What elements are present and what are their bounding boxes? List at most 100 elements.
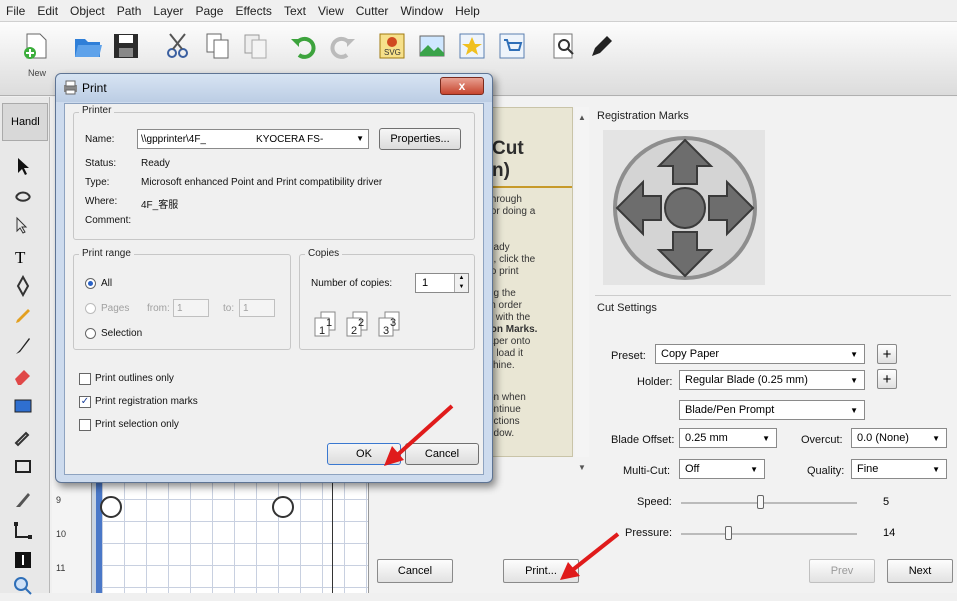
scroll-down-icon[interactable]: ▼ bbox=[578, 463, 586, 472]
redo-button[interactable] bbox=[324, 28, 360, 64]
save-icon bbox=[114, 34, 138, 58]
cutting-mat[interactable] bbox=[96, 477, 368, 593]
menu-layer[interactable]: Layer bbox=[153, 4, 183, 18]
add-holder-button[interactable]: + bbox=[877, 369, 897, 389]
pen-tool[interactable] bbox=[8, 271, 38, 301]
text-icon: T bbox=[15, 248, 26, 267]
image-icon bbox=[419, 35, 445, 57]
print-dialog-titlebar[interactable]: Print x bbox=[56, 74, 492, 102]
pages-label: Pages bbox=[101, 303, 130, 314]
close-button[interactable]: x bbox=[440, 77, 484, 95]
pressure-label: Pressure: bbox=[625, 527, 673, 539]
dialog-cancel-button[interactable]: Cancel bbox=[405, 443, 479, 465]
preview-button[interactable] bbox=[546, 28, 582, 64]
print-registration-checkbox[interactable]: ✓ bbox=[79, 396, 91, 408]
menu-edit[interactable]: Edit bbox=[37, 4, 58, 18]
edit-button[interactable] bbox=[584, 28, 620, 64]
selection-radio[interactable] bbox=[85, 328, 96, 339]
ok-button[interactable]: OK bbox=[327, 443, 401, 465]
pages-radio[interactable] bbox=[85, 303, 96, 314]
menu-file[interactable]: File bbox=[6, 4, 25, 18]
open-button[interactable] bbox=[70, 28, 106, 64]
preset-select[interactable]: Copy Paper ▼ bbox=[655, 344, 865, 364]
next-button[interactable]: Next bbox=[887, 559, 953, 583]
weld-tool[interactable] bbox=[8, 181, 38, 211]
pencil-icon bbox=[16, 309, 30, 323]
pressure-slider-thumb[interactable] bbox=[725, 526, 732, 540]
text-tool[interactable]: T bbox=[8, 241, 38, 271]
new-document-button[interactable] bbox=[18, 28, 54, 64]
menu-help[interactable]: Help bbox=[455, 4, 480, 18]
menu-view[interactable]: View bbox=[318, 4, 344, 18]
menu-object[interactable]: Object bbox=[70, 4, 105, 18]
menu-page[interactable]: Page bbox=[195, 4, 223, 18]
print-registration-label: Print registration marks bbox=[95, 396, 198, 407]
fill-tool[interactable] bbox=[8, 391, 38, 421]
store-button[interactable] bbox=[494, 28, 530, 64]
print-selection-checkbox[interactable] bbox=[79, 419, 91, 431]
knife-tool[interactable] bbox=[8, 485, 38, 515]
node-tool[interactable] bbox=[8, 211, 38, 241]
add-preset-button[interactable]: + bbox=[877, 344, 897, 364]
library-button[interactable] bbox=[454, 28, 490, 64]
save-button[interactable] bbox=[108, 28, 144, 64]
to-input[interactable]: 1 bbox=[239, 299, 275, 317]
import-svg-button[interactable]: SVG bbox=[374, 28, 410, 64]
select-tool[interactable] bbox=[8, 151, 38, 181]
printer-name-value-2: KYOCERA FS- bbox=[256, 133, 324, 145]
pressure-value: 14 bbox=[883, 527, 896, 539]
print-outlines-checkbox[interactable] bbox=[79, 373, 91, 385]
multicut-select[interactable]: Off ▼ bbox=[679, 459, 765, 479]
eraser-tool[interactable] bbox=[8, 361, 38, 391]
polygon-tool[interactable] bbox=[8, 515, 38, 545]
instruction-line: n, click the bbox=[488, 254, 536, 265]
printer-name-label: Name: bbox=[85, 134, 115, 145]
pencil-tool[interactable] bbox=[8, 301, 38, 331]
handles-tab[interactable]: Handl bbox=[2, 103, 48, 141]
copy-button[interactable] bbox=[200, 28, 236, 64]
blade-offset-value: 0.25 mm bbox=[685, 432, 728, 444]
import-image-button[interactable] bbox=[414, 28, 450, 64]
from-input[interactable]: 1 bbox=[173, 299, 209, 317]
menu-window[interactable]: Window bbox=[400, 4, 443, 18]
quality-select[interactable]: Fine ▼ bbox=[851, 459, 947, 479]
cut-button[interactable] bbox=[160, 28, 196, 64]
all-radio[interactable] bbox=[85, 278, 96, 289]
brush-tool[interactable] bbox=[8, 331, 38, 361]
menu-cutter[interactable]: Cutter bbox=[356, 4, 389, 18]
magnifier-icon bbox=[553, 33, 574, 59]
zoom-tool[interactable] bbox=[8, 571, 38, 601]
scroll-up-icon[interactable]: ▲ bbox=[578, 113, 586, 122]
registration-direction-pad-icon[interactable] bbox=[607, 132, 763, 284]
blade-offset-select[interactable]: 0.25 mm ▼ bbox=[679, 428, 777, 448]
overcut-select[interactable]: 0.0 (None) ▼ bbox=[851, 428, 947, 448]
redo-icon bbox=[330, 36, 355, 59]
speed-slider-track bbox=[681, 502, 857, 504]
wizard-cancel-button[interactable]: Cancel bbox=[377, 559, 453, 583]
spinner-arrows-icon[interactable]: ▲ ▼ bbox=[454, 274, 468, 292]
prev-button[interactable]: Prev bbox=[809, 559, 875, 583]
chevron-down-icon: ▼ bbox=[850, 406, 858, 415]
rectangle-tool[interactable] bbox=[8, 451, 38, 481]
rotate-handle-icon[interactable] bbox=[100, 496, 122, 518]
instructions-scrollbar[interactable]: ▲ ▼ bbox=[575, 107, 589, 472]
undo-button[interactable] bbox=[286, 28, 322, 64]
print-button[interactable]: Print... bbox=[503, 559, 579, 583]
print-range-title: Print range bbox=[79, 248, 134, 259]
speed-label: Speed: bbox=[637, 496, 672, 508]
menu-path[interactable]: Path bbox=[117, 4, 142, 18]
holder-select[interactable]: Regular Blade (0.25 mm) ▼ bbox=[679, 370, 865, 390]
multicut-value: Off bbox=[685, 463, 700, 475]
properties-button[interactable]: Properties... bbox=[379, 128, 461, 150]
eyedropper-tool[interactable] bbox=[8, 421, 38, 451]
speed-slider-thumb[interactable] bbox=[757, 495, 764, 509]
blade-prompt-select[interactable]: Blade/Pen Prompt ▼ bbox=[679, 400, 865, 420]
chevron-down-icon: ▼ bbox=[750, 465, 758, 474]
menu-effects[interactable]: Effects bbox=[235, 4, 271, 18]
printer-name-select[interactable]: \\gpprinter\4F_ KYOCERA FS- ▼ bbox=[137, 129, 369, 149]
paste-button[interactable] bbox=[238, 28, 274, 64]
quality-label: Quality: bbox=[807, 465, 845, 477]
copies-spinner[interactable]: 1 ▲ ▼ bbox=[415, 273, 469, 293]
resize-handle-icon[interactable] bbox=[272, 496, 294, 518]
menu-text[interactable]: Text bbox=[284, 4, 306, 18]
